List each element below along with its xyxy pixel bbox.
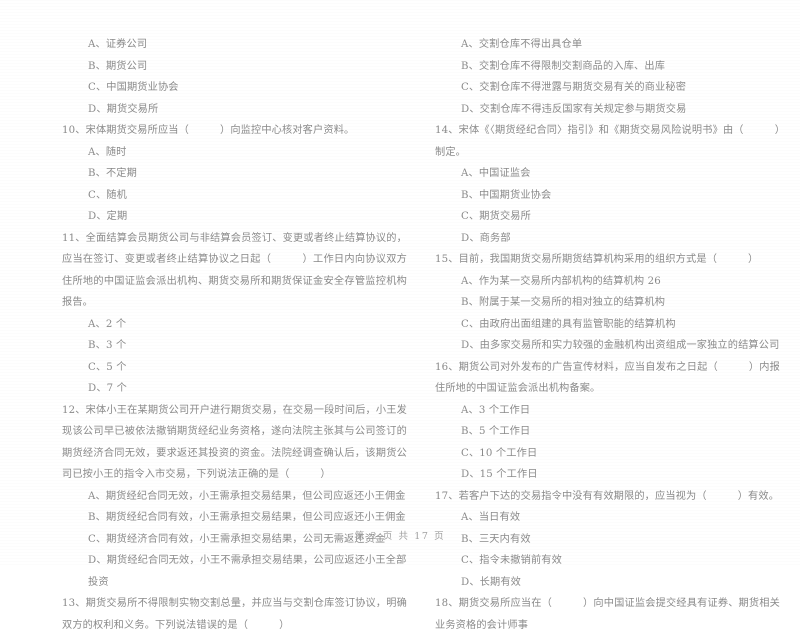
question-12: 12、宋体小王在某期货公司开户进行期货交易，在交易一段时间后，小王发现该公司早已… xyxy=(62,400,407,594)
option-item: A、证券公司 xyxy=(88,39,148,50)
option-item: B、附属于某一交易所的相对独立的结算机构 xyxy=(461,297,666,308)
option-item: D、由多家交易所和实力较强的金融机构出资组成一家独立的结算公司 xyxy=(461,340,780,351)
option-item: B、中国期货业协会 xyxy=(461,189,552,201)
question-stem: 16、期货公司对外发布的广告宣传材料，应当自发布之日起（ ）内报住所地的中国证监… xyxy=(435,361,780,395)
option-item: A、作为某一交易所内部机构的结算机构 26 xyxy=(461,275,661,287)
option-item: B、3 个 xyxy=(88,340,127,351)
option-item: D、15 个工作日 xyxy=(461,469,538,480)
option-item: B、期货公司 xyxy=(88,60,148,72)
question-stem: 14、宋体《〈期货经纪合同〉指引》和《期货交易风险说明书》由（ ）制定。 xyxy=(435,125,780,158)
question-stem: 12、宋体小王在某期货公司开户进行期货交易，在交易一段时间后，小王发现该公司早已… xyxy=(62,404,407,481)
option-item: B、不定期 xyxy=(88,168,137,179)
option-item: D、定期 xyxy=(88,211,128,222)
question-18: 18、期货交易所应当在（ ）向中国证监会提交经具有证券、期货相关业务资格的会计师… xyxy=(435,593,780,636)
option-item: C、中国期货业协会 xyxy=(88,82,179,93)
option-item: C、期货交易所 xyxy=(461,211,531,222)
option-item: C、5 个 xyxy=(88,361,127,373)
option-item: A、2 个 xyxy=(88,318,127,330)
question-11: 11、全面结算会员期货公司与非结算会员签订、变更或者终止结算协议的，应当在签订、… xyxy=(62,228,407,400)
question-13: 13、期货交易所不得限制实物交割总量，并应当与交割仓库签订协议，明确双方的权利和… xyxy=(62,593,407,636)
option-item: B、5 个工作日 xyxy=(461,426,531,437)
option-item: A、交割仓库不得出具仓单 xyxy=(461,39,583,50)
option-item: D、交割仓库不得违反国家有关规定参与期货交易 xyxy=(461,103,687,115)
question-stem: 17、若客户下达的交易指令中没有有效期限的，应当视为（ ）有效。 xyxy=(435,490,780,502)
left-column: A、证券公司 B、期货公司 C、中国期货业协会 D、期货交易所 10、宋体期货交… xyxy=(62,34,407,636)
option-item: C、由政府出面组建的具有监管职能的结算机构 xyxy=(461,318,676,330)
question-stem: 10、宋体期货交易所应当（ ）向监控中心核对客户资料。 xyxy=(62,125,355,136)
right-column: A、交割仓库不得出具仓单 B、交割仓库不得限制交割商品的入库、出库 C、交割仓库… xyxy=(435,34,780,636)
option-item: B、交割仓库不得限制交割商品的入库、出库 xyxy=(461,60,666,72)
option-item: C、指令未撤销前有效 xyxy=(461,555,562,566)
option-item: B、期货经纪合同有效，小王需承担交易结果，但公司应返还小王佣金 xyxy=(88,512,406,523)
question-stem: 13、期货交易所不得限制实物交割总量，并应当与交割仓库签订协议，明确双方的权利和… xyxy=(62,598,407,631)
option-item: D、长期有效 xyxy=(461,576,522,588)
exam-page: A、证券公司 B、期货公司 C、中国期货业协会 D、期货交易所 10、宋体期货交… xyxy=(0,0,800,631)
question-14: 14、宋体《〈期货经纪合同〉指引》和《期货交易风险说明书》由（ ）制定。 A、中… xyxy=(435,120,780,249)
option-item: D、期货经纪合同无效，小王不需承担交易结果，公司应返还小王全部投资 xyxy=(88,555,407,588)
question-stem: 15、目前，我国期货交易所期货结算机构采用的组织方式是（ ） xyxy=(435,254,759,265)
question-15: 15、目前，我国期货交易所期货结算机构采用的组织方式是（ ） A、作为某一交易所… xyxy=(435,249,780,357)
option-item: D、期货交易所 xyxy=(88,103,159,115)
two-column-body: A、证券公司 B、期货公司 C、中国期货业协会 D、期货交易所 10、宋体期货交… xyxy=(0,34,800,636)
option-item: C、随机 xyxy=(88,189,127,201)
option-item: C、交割仓库不得泄露与期货交易有关的商业秘密 xyxy=(461,82,687,93)
option-item: C、10 个工作日 xyxy=(461,447,538,459)
question-stem: 11、全面结算会员期货公司与非结算会员签订、变更或者终止结算协议的，应当在签订、… xyxy=(62,232,407,309)
option-item: D、商务部 xyxy=(461,232,511,244)
option-item: A、中国证监会 xyxy=(461,168,531,179)
question-stem: 18、期货交易所应当在（ ）向中国证监会提交经具有证券、期货相关业务资格的会计师… xyxy=(435,598,780,631)
option-item: A、期货经纪合同无效，小王需承担交易结果，但公司应返还小王佣金 xyxy=(88,490,406,502)
option-item: A、随时 xyxy=(88,146,127,158)
question-10: 10、宋体期货交易所应当（ ）向监控中心核对客户资料。 A、随时 B、不定期 C… xyxy=(62,120,407,228)
option-item: A、当日有效 xyxy=(461,512,521,523)
page-footer: 第 2 页 共 17 页 xyxy=(354,531,446,542)
option-item: D、7 个 xyxy=(88,383,128,394)
option-item: A、3 个工作日 xyxy=(461,404,531,416)
question-16: 16、期货公司对外发布的广告宣传材料，应当自发布之日起（ ）内报住所地的中国证监… xyxy=(435,357,780,486)
